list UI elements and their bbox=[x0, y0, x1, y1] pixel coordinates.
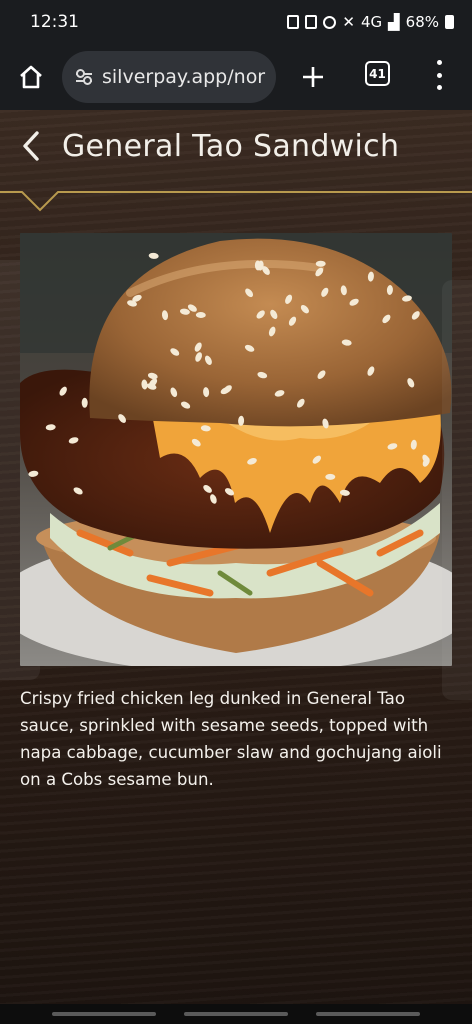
tab-count: 41 bbox=[369, 66, 386, 81]
status-bar: 12:31 ✕ 4G ▟ 68% bbox=[0, 0, 472, 44]
network-label: 4G bbox=[360, 13, 383, 31]
more-menu-button[interactable] bbox=[432, 60, 446, 90]
signal-icon: ▟ bbox=[388, 13, 400, 31]
system-nav-bar bbox=[0, 1004, 472, 1024]
battery-percent: 68% bbox=[405, 13, 439, 31]
url-text: silverpay.app/nor bbox=[102, 66, 266, 88]
chevron-left-icon bbox=[23, 131, 39, 161]
page-header: General Tao Sandwich bbox=[0, 110, 472, 182]
alarm-icon bbox=[323, 15, 337, 29]
tab-switcher-button[interactable]: 41 bbox=[365, 61, 390, 86]
mute-icon: ✕ bbox=[342, 13, 355, 31]
address-bar[interactable]: silverpay.app/nor bbox=[62, 51, 276, 103]
sesame-seed bbox=[81, 397, 88, 408]
plus-icon bbox=[303, 67, 323, 87]
status-time: 12:31 bbox=[30, 12, 79, 32]
nav-gesture-center bbox=[184, 1012, 288, 1016]
bed-icon bbox=[305, 15, 318, 29]
new-tab-button[interactable] bbox=[296, 44, 330, 110]
page-title: General Tao Sandwich bbox=[62, 128, 400, 164]
battery-icon bbox=[445, 15, 454, 29]
page-content: General Tao Sandwich Crispy fried chicke… bbox=[0, 110, 472, 1004]
nav-gesture-left bbox=[52, 1012, 156, 1016]
sandwich-image bbox=[20, 233, 452, 666]
back-button[interactable] bbox=[0, 110, 62, 182]
lock-icon bbox=[287, 15, 300, 29]
sesame-seed bbox=[325, 473, 336, 480]
nav-gesture-right bbox=[316, 1012, 420, 1016]
site-settings-icon[interactable] bbox=[76, 69, 92, 85]
status-icons: ✕ 4G ▟ 68% bbox=[287, 13, 454, 31]
item-description: Crispy fried chicken leg dunked in Gener… bbox=[20, 689, 442, 789]
header-divider bbox=[0, 191, 472, 212]
home-button[interactable] bbox=[0, 44, 62, 110]
home-icon bbox=[20, 65, 42, 89]
browser-toolbar: silverpay.app/nor 41 bbox=[0, 44, 472, 110]
